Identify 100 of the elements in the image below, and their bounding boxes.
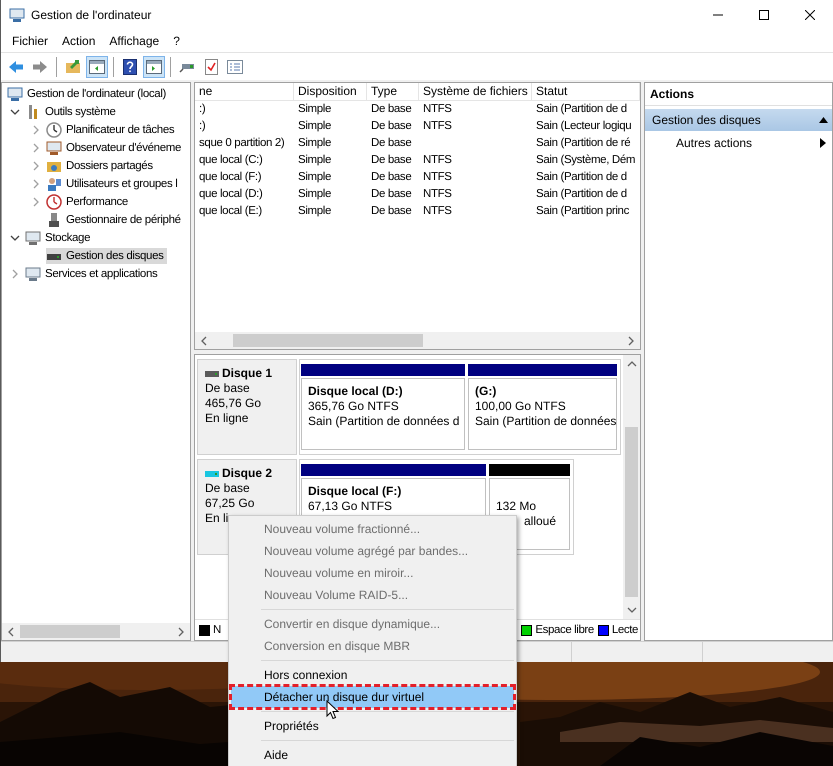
table-cell-text: Simple	[297, 102, 332, 117]
users-icon	[46, 176, 62, 192]
table-cell-text: De base	[370, 204, 412, 219]
table-cell-text: NTFS	[422, 102, 453, 117]
tree-item[interactable]: Utilisateurs et groupes l	[46, 176, 180, 192]
tree-item[interactable]: Services et applications	[25, 266, 160, 282]
table-cell-text: NTFS	[422, 170, 453, 185]
table-cell-text: sque 0 partition 2)	[198, 136, 286, 151]
table-cell-text: Simple	[297, 119, 332, 134]
table-cell-text: :)	[198, 102, 206, 117]
menu-item[interactable]: Action	[55, 34, 102, 48]
menu-item[interactable]: Détacher un disque dur virtuel	[231, 686, 514, 708]
table-cell-text: De base	[370, 153, 412, 168]
table-cell-text: Sain (Partition princ	[535, 204, 630, 219]
table-cell-text: De base	[370, 119, 412, 134]
table-cell-text: Sain (Partition de d	[535, 170, 628, 185]
menu-item[interactable]: Propriétés	[231, 715, 514, 737]
column-header[interactable]: Système de fichiers	[419, 83, 532, 101]
computer-icon	[7, 86, 23, 102]
scrollbar-thumb[interactable]	[625, 427, 638, 597]
tree-item[interactable]: Dossiers partagés	[46, 158, 156, 174]
help-icon	[123, 58, 137, 74]
partition-status: Sain (Partition de données	[475, 414, 616, 429]
legend-label: Lecte	[612, 624, 638, 636]
partition-size: 132 Mo	[496, 499, 538, 514]
gauge-icon	[46, 194, 62, 210]
actions-section[interactable]: Gestion des disques	[645, 109, 832, 131]
menu-item[interactable]: Fichier	[5, 34, 56, 48]
table-cell-text: De base	[370, 170, 412, 185]
maximize-icon	[759, 10, 769, 20]
table-cell-text: De base	[370, 102, 412, 117]
action-pane-icon	[146, 60, 162, 74]
disk-name: Disque 2	[222, 466, 272, 481]
menu-item[interactable]: Aide	[231, 744, 514, 766]
table-cell-text: Simple	[297, 187, 332, 202]
table-cell-text: NTFS	[422, 153, 453, 168]
tree-item[interactable]: Performance	[46, 194, 131, 210]
table-cell-text: Simple	[297, 153, 332, 168]
checked-document-icon	[204, 58, 218, 74]
table-cell-text: Simple	[297, 204, 332, 219]
menu-item[interactable]: ?	[166, 34, 187, 48]
table-cell-text: Sain (Partition de d	[535, 187, 628, 202]
tree-item[interactable]: Outils système	[25, 104, 119, 120]
forward-arrow-icon	[32, 60, 48, 74]
tree-item[interactable]: Observateur d'événeme	[46, 140, 184, 156]
toolbar-button[interactable]	[86, 56, 108, 78]
table-cell-text: Simple	[297, 136, 332, 151]
disk-size: 465,76 Go	[205, 396, 262, 411]
tree-item[interactable]: Gestionnaire de périphé	[46, 212, 184, 228]
tree-item[interactable]: Gestion des disques	[46, 248, 167, 264]
disk-type: De base	[205, 381, 251, 396]
disk-name: Disque 1	[222, 366, 272, 381]
table-cell-text: Sain (Système, Dém	[535, 153, 636, 168]
legend-label: Espace libre	[535, 624, 594, 636]
table-cell-text: NTFS	[422, 187, 453, 202]
table-cell-text: que local (F:)	[198, 170, 262, 185]
table-cell-text: :)	[198, 119, 206, 134]
checklist-icon	[227, 60, 243, 74]
actions-title: Actions	[645, 83, 832, 106]
computer-icon	[9, 7, 25, 23]
scrollbar-thumb[interactable]	[233, 334, 423, 347]
folder-up-icon	[65, 59, 81, 74]
column-header[interactable]: Type	[367, 83, 419, 101]
disk-state: En ligne	[205, 411, 250, 426]
column-header[interactable]: Statut	[532, 83, 640, 101]
column-header[interactable]: ne	[195, 83, 294, 101]
menu-item[interactable]: Affichage	[102, 34, 166, 48]
toolbar-button[interactable]	[143, 56, 165, 78]
partition-box[interactable]: (G:) 100,00 Go NTFS Sain (Partition de données	[468, 378, 617, 450]
action-item[interactable]: Autres actions	[645, 131, 832, 155]
close-icon	[805, 10, 815, 20]
partition-title: (G:)	[475, 384, 498, 399]
table-cell-text: Sain (Partition de d	[535, 102, 628, 117]
back-arrow-icon	[8, 60, 24, 74]
partition-box[interactable]: Disque local (D:) 365,76 Go NTFS Sain (Partition de données d	[301, 378, 465, 450]
table-cell-text: que local (E:)	[198, 204, 263, 219]
table-cell-text: De base	[370, 136, 412, 151]
table-cell-text: NTFS	[422, 119, 453, 134]
disk-state: En li	[205, 511, 230, 526]
column-header[interactable]: Disposition	[294, 83, 367, 101]
legend-label: N	[213, 624, 221, 636]
table-cell-text: De base	[370, 187, 412, 202]
partition-status: alloué	[523, 514, 558, 529]
table-cell-text: que local (D:)	[198, 187, 264, 202]
partition-size: 67,13 Go NTFS	[308, 499, 394, 514]
submenu-triangle-icon	[820, 138, 826, 148]
table-cell-text: que local (C:)	[198, 153, 264, 168]
tree-item[interactable]: Planificateur de tâches	[46, 122, 178, 138]
tree-item[interactable]: Stockage	[25, 230, 94, 246]
table-cell-text: Simple	[297, 170, 332, 185]
window-title: Gestion de l'ordinateur	[31, 8, 152, 22]
partition-title: Disque local (F:)	[308, 484, 402, 499]
tree-item[interactable]: Gestion de l'ordinateur (local)	[7, 86, 170, 102]
scrollbar-thumb[interactable]	[20, 625, 120, 638]
menu-item[interactable]: Hors connexion	[231, 664, 514, 686]
partition-size: 100,00 Go NTFS	[475, 399, 567, 414]
partition-status: Sain (Partition de données d	[308, 414, 460, 429]
clock-icon	[46, 122, 62, 138]
table-cell-text: NTFS	[422, 204, 453, 219]
tree-pane-icon	[89, 60, 105, 74]
